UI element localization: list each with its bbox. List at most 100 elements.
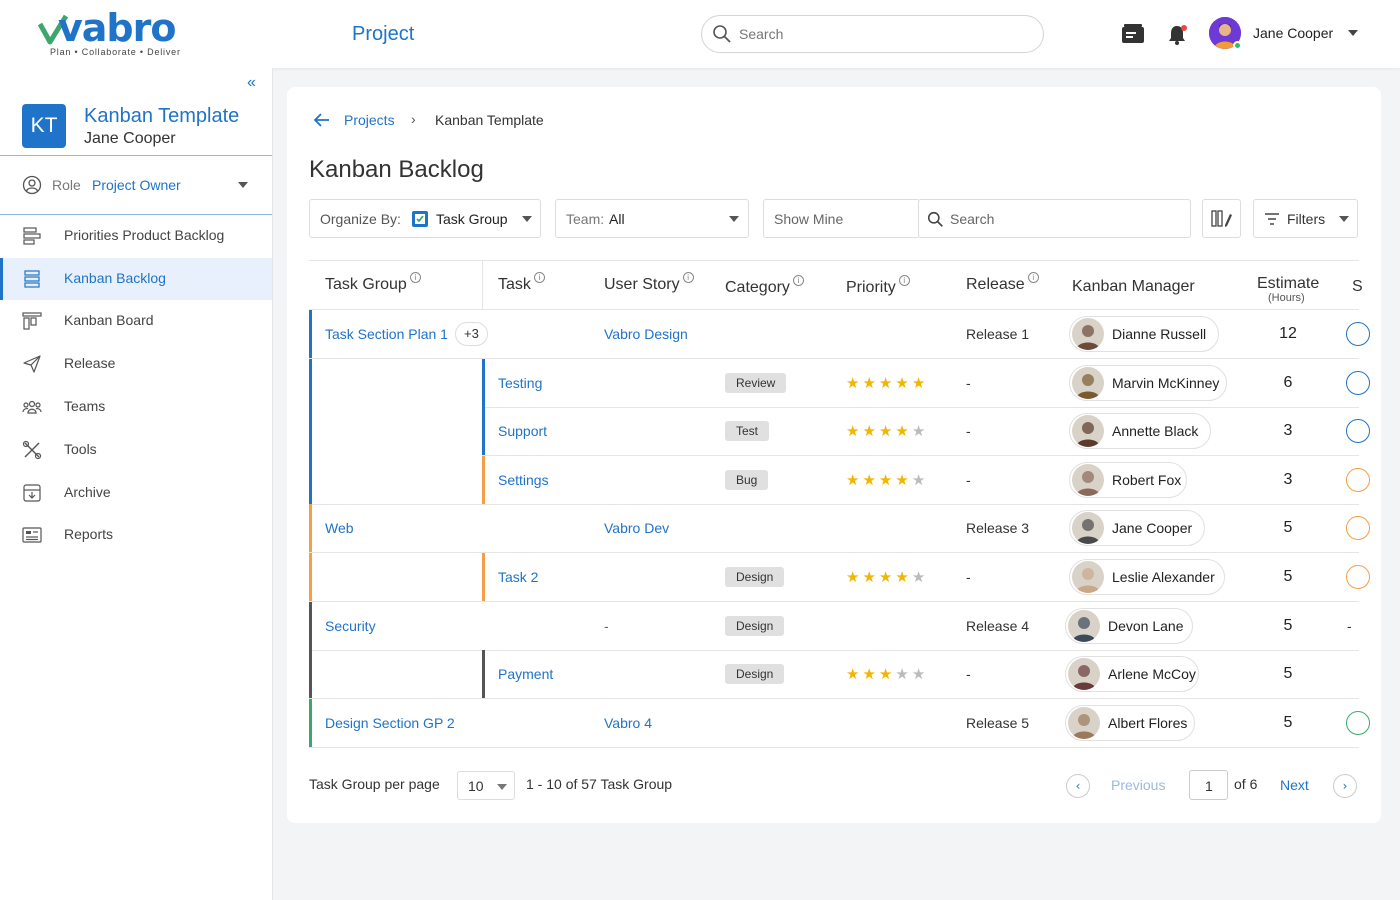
star-icon[interactable]: ★ bbox=[846, 374, 862, 392]
task-group-link[interactable]: Design Section GP 2 bbox=[325, 715, 455, 731]
star-icon[interactable]: ★ bbox=[895, 568, 911, 586]
sidebar-item-kanban-backlog[interactable]: Kanban Backlog bbox=[0, 258, 272, 300]
back-arrow-icon[interactable] bbox=[312, 110, 332, 130]
priority-rating[interactable]: ★★★★★ bbox=[846, 568, 928, 586]
vabro-logo[interactable]: vabro Plan • Collaborate • Deliver bbox=[38, 6, 188, 60]
star-icon[interactable]: ★ bbox=[912, 568, 928, 586]
status-ring-icon[interactable] bbox=[1346, 710, 1370, 735]
task-link[interactable]: Task 2 bbox=[498, 569, 538, 585]
status-ring-icon[interactable] bbox=[1346, 322, 1370, 346]
next-button[interactable]: Next bbox=[1280, 777, 1309, 793]
user-name[interactable]: Jane Cooper bbox=[1253, 25, 1333, 41]
star-icon[interactable]: ★ bbox=[879, 422, 895, 440]
kanban-manager-chip[interactable]: Albert Flores bbox=[1065, 704, 1195, 741]
kanban-manager-chip[interactable]: Arlene McCoy bbox=[1065, 656, 1199, 693]
column-settings-button[interactable] bbox=[1202, 199, 1241, 238]
status-ring-icon[interactable] bbox=[1346, 467, 1370, 492]
user-story-link[interactable]: Vabro Dev bbox=[604, 520, 669, 536]
task-link[interactable]: Payment bbox=[498, 666, 553, 682]
sidebar-item-release[interactable]: Release bbox=[0, 343, 272, 385]
sidebar-item-teams[interactable]: Teams bbox=[0, 386, 272, 428]
star-icon[interactable]: ★ bbox=[879, 374, 895, 392]
task-group-row[interactable]: Security - Design Release 4 Devon Lane 5 - bbox=[309, 601, 1359, 651]
status-ring-icon[interactable] bbox=[1346, 419, 1370, 444]
star-icon[interactable]: ★ bbox=[879, 665, 895, 683]
task-row[interactable]: Task 2 Design ★★★★★ - Leslie Alexander 5 bbox=[309, 553, 1370, 602]
star-icon[interactable]: ★ bbox=[862, 471, 878, 489]
backlog-search-input[interactable]: Search bbox=[918, 199, 1191, 238]
col-task[interactable]: Task i bbox=[498, 272, 545, 294]
task-row[interactable]: Testing Review ★★★★★ - Marvin McKinney 6 bbox=[309, 358, 1370, 408]
kanban-manager-chip[interactable]: Jane Cooper bbox=[1069, 510, 1205, 547]
kanban-manager-chip[interactable]: Marvin McKinney bbox=[1069, 364, 1227, 401]
role-selector[interactable]: Role Project Owner bbox=[22, 172, 262, 198]
sidebar-item-kanban-board[interactable]: Kanban Board bbox=[0, 300, 272, 342]
sidebar-item-tools[interactable]: Tools bbox=[0, 429, 272, 471]
task-row[interactable]: Settings Bug ★★★★★ - Robert Fox 3 bbox=[309, 455, 1370, 505]
user-story-link[interactable]: Vabro 4 bbox=[604, 715, 652, 731]
star-icon[interactable]: ★ bbox=[846, 665, 862, 683]
filters-button[interactable]: Filters bbox=[1253, 199, 1358, 238]
page-number-input[interactable]: 1 bbox=[1189, 770, 1228, 800]
star-icon[interactable]: ★ bbox=[862, 422, 878, 440]
kanban-manager-chip[interactable]: Leslie Alexander bbox=[1069, 559, 1225, 595]
star-icon[interactable]: ★ bbox=[912, 471, 928, 489]
organize-by-select[interactable]: Organize By: Task Group bbox=[309, 199, 541, 238]
team-select[interactable]: Team: All bbox=[555, 199, 749, 238]
col-release[interactable]: Release i bbox=[966, 272, 1039, 294]
notification-bell-icon[interactable] bbox=[1167, 24, 1189, 46]
star-icon[interactable]: ★ bbox=[846, 422, 862, 440]
star-icon[interactable]: ★ bbox=[912, 665, 928, 683]
breadcrumb-projects[interactable]: Projects bbox=[344, 112, 395, 128]
tasks-tray-icon[interactable] bbox=[1121, 24, 1145, 44]
task-link[interactable]: Testing bbox=[498, 375, 542, 391]
priority-rating[interactable]: ★★★★★ bbox=[846, 665, 928, 683]
sidebar-item-archive[interactable]: Archive bbox=[0, 472, 272, 514]
previous-button[interactable]: Previous bbox=[1111, 777, 1165, 793]
star-icon[interactable]: ★ bbox=[862, 374, 878, 392]
header-search-input[interactable]: Search bbox=[701, 15, 1044, 53]
kanban-manager-chip[interactable]: Devon Lane bbox=[1065, 607, 1193, 644]
user-story-link[interactable]: Vabro Design bbox=[604, 326, 688, 342]
priority-rating[interactable]: ★★★★★ bbox=[846, 374, 928, 392]
task-group-link[interactable]: Task Section Plan 1 bbox=[325, 326, 448, 342]
col-estimate[interactable]: Estimate bbox=[1257, 275, 1319, 293]
star-icon[interactable]: ★ bbox=[912, 422, 928, 440]
task-row[interactable]: Payment Design ★★★★★ - Arlene McCoy 5 bbox=[309, 650, 1359, 700]
task-group-link[interactable]: Security bbox=[325, 618, 376, 634]
col-kanban-manager[interactable]: Kanban Manager bbox=[1072, 278, 1195, 296]
more-groups-badge[interactable]: +3 bbox=[455, 322, 488, 346]
kanban-manager-chip[interactable]: Dianne Russell bbox=[1069, 316, 1219, 352]
collapse-sidebar-icon[interactable]: « bbox=[247, 74, 256, 92]
per-page-select[interactable]: 10 bbox=[457, 771, 515, 800]
task-link[interactable]: Support bbox=[498, 423, 547, 439]
priority-rating[interactable]: ★★★★★ bbox=[846, 422, 928, 440]
task-row[interactable]: Support Test ★★★★★ - Annette Black 3 bbox=[309, 407, 1370, 457]
star-icon[interactable]: ★ bbox=[846, 471, 862, 489]
star-icon[interactable]: ★ bbox=[879, 568, 895, 586]
col-status[interactable]: S bbox=[1352, 278, 1363, 296]
task-link[interactable]: Settings bbox=[498, 472, 549, 488]
kanban-manager-chip[interactable]: Robert Fox bbox=[1069, 461, 1187, 498]
star-icon[interactable]: ★ bbox=[846, 568, 862, 586]
star-icon[interactable]: ★ bbox=[895, 422, 911, 440]
star-icon[interactable]: ★ bbox=[912, 374, 928, 392]
kanban-manager-chip[interactable]: Annette Black bbox=[1069, 413, 1211, 450]
status-ring-icon[interactable] bbox=[1346, 565, 1370, 589]
sidebar-item-reports[interactable]: Reports bbox=[0, 514, 272, 556]
chevron-left-icon[interactable]: ‹ bbox=[1066, 774, 1090, 798]
star-icon[interactable]: ★ bbox=[862, 665, 878, 683]
star-icon[interactable]: ★ bbox=[895, 374, 911, 392]
task-group-row[interactable]: Web Vabro Dev Release 3 Jane Cooper 5 bbox=[309, 504, 1370, 554]
col-task-group[interactable]: Task Group i bbox=[325, 272, 421, 294]
priority-rating[interactable]: ★★★★★ bbox=[846, 471, 928, 489]
col-category[interactable]: Category i bbox=[725, 275, 804, 297]
user-story-link[interactable]: - bbox=[604, 618, 609, 634]
star-icon[interactable]: ★ bbox=[895, 471, 911, 489]
status-ring-icon[interactable] bbox=[1346, 516, 1370, 541]
task-group-row[interactable]: Task Section Plan 1 +3 Vabro Design Release… bbox=[309, 310, 1370, 359]
col-priority[interactable]: Priority i bbox=[846, 275, 910, 297]
user-menu-caret-icon[interactable] bbox=[1348, 30, 1358, 36]
show-mine-toggle[interactable]: Show Mine bbox=[763, 199, 920, 238]
star-icon[interactable]: ★ bbox=[862, 568, 878, 586]
